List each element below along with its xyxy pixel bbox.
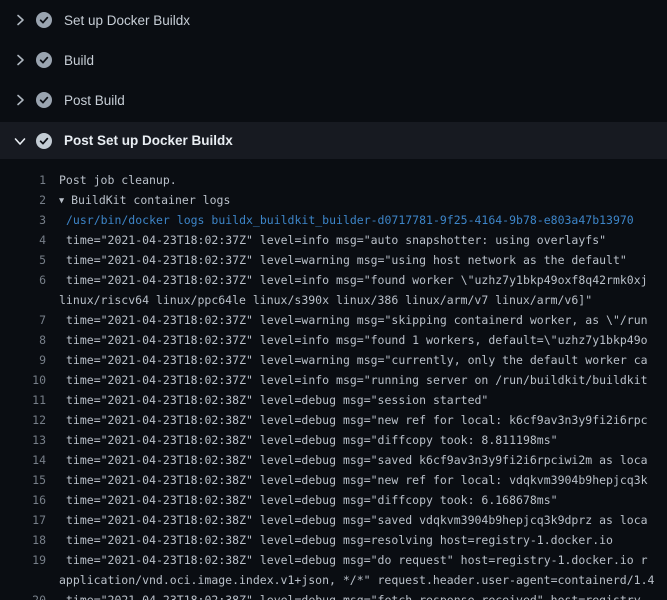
step-row-setup-docker-buildx[interactable]: Set up Docker Buildx xyxy=(0,0,667,40)
check-circle-icon xyxy=(36,92,52,108)
line-number[interactable]: 18 xyxy=(0,530,46,550)
log-text: time="2021-04-23T18:02:38Z" level=debug … xyxy=(59,590,648,600)
log-line: application/vnd.oci.image.index.v1+json,… xyxy=(0,570,667,590)
log-text: Post job cleanup. xyxy=(59,170,177,190)
step-label: Post Build xyxy=(64,93,125,108)
log-line: 10 time="2021-04-23T18:02:37Z" level=inf… xyxy=(0,370,667,390)
log-line: 12 time="2021-04-23T18:02:38Z" level=deb… xyxy=(0,410,667,430)
log-line: 19 time="2021-04-23T18:02:38Z" level=deb… xyxy=(0,550,667,570)
chevron-down-icon xyxy=(12,133,28,149)
log-text: time="2021-04-23T18:02:38Z" level=debug … xyxy=(59,430,558,450)
chevron-right-icon xyxy=(12,52,28,68)
log-line: 4 time="2021-04-23T18:02:37Z" level=info… xyxy=(0,230,667,250)
log-text: linux/riscv64 linux/ppc64le linux/s390x … xyxy=(59,290,592,310)
line-number[interactable]: 20 xyxy=(0,590,46,600)
log-line: 16 time="2021-04-23T18:02:38Z" level=deb… xyxy=(0,490,667,510)
line-number[interactable]: 1 xyxy=(0,170,46,190)
log-text: time="2021-04-23T18:02:37Z" level=info m… xyxy=(59,230,606,250)
log-line: 13 time="2021-04-23T18:02:38Z" level=deb… xyxy=(0,430,667,450)
log-text: time="2021-04-23T18:02:38Z" level=debug … xyxy=(59,550,648,570)
check-circle-icon xyxy=(36,133,52,149)
log-text: time="2021-04-23T18:02:37Z" level=warnin… xyxy=(59,250,627,270)
line-number[interactable]: 4 xyxy=(0,230,46,250)
line-number[interactable]: 14 xyxy=(0,450,46,470)
log-output: 1 Post job cleanup. 2 ▼BuildKit containe… xyxy=(0,159,667,600)
log-line: 2 ▼BuildKit container logs xyxy=(0,190,667,210)
line-number[interactable]: 10 xyxy=(0,370,46,390)
step-label: Build xyxy=(64,53,94,68)
step-list: Set up Docker Buildx Build Post Build Po… xyxy=(0,0,667,159)
log-line: 3 /usr/bin/docker logs buildx_buildkit_b… xyxy=(0,210,667,230)
line-number[interactable]: 11 xyxy=(0,390,46,410)
log-text: time="2021-04-23T18:02:38Z" level=debug … xyxy=(59,510,648,530)
line-number[interactable]: 16 xyxy=(0,490,46,510)
chevron-right-icon xyxy=(12,92,28,108)
line-number[interactable]: 2 xyxy=(0,190,46,210)
line-number[interactable]: 13 xyxy=(0,430,46,450)
step-row-build[interactable]: Build xyxy=(0,40,667,80)
check-circle-icon xyxy=(36,12,52,28)
log-line: 7 time="2021-04-23T18:02:37Z" level=warn… xyxy=(0,310,667,330)
line-number[interactable]: 7 xyxy=(0,310,46,330)
log-line: 5 time="2021-04-23T18:02:37Z" level=warn… xyxy=(0,250,667,270)
log-text: time="2021-04-23T18:02:38Z" level=debug … xyxy=(59,450,648,470)
chevron-right-icon xyxy=(12,12,28,28)
line-number[interactable]: 12 xyxy=(0,410,46,430)
line-number[interactable] xyxy=(0,570,46,590)
step-label: Post Set up Docker Buildx xyxy=(64,133,233,148)
log-text: time="2021-04-23T18:02:37Z" level=warnin… xyxy=(59,310,648,330)
log-line: 8 time="2021-04-23T18:02:37Z" level=info… xyxy=(0,330,667,350)
log-line: 18 time="2021-04-23T18:02:38Z" level=deb… xyxy=(0,530,667,550)
line-number[interactable]: 19 xyxy=(0,550,46,570)
line-number[interactable]: 8 xyxy=(0,330,46,350)
log-text: application/vnd.oci.image.index.v1+json,… xyxy=(59,570,654,590)
log-text: time="2021-04-23T18:02:38Z" level=debug … xyxy=(59,470,648,490)
log-text: /usr/bin/docker logs buildx_buildkit_bui… xyxy=(59,210,634,230)
line-number[interactable]: 15 xyxy=(0,470,46,490)
log-line: 9 time="2021-04-23T18:02:37Z" level=warn… xyxy=(0,350,667,370)
log-line: 15 time="2021-04-23T18:02:38Z" level=deb… xyxy=(0,470,667,490)
log-line: linux/riscv64 linux/ppc64le linux/s390x … xyxy=(0,290,667,310)
step-row-post-build[interactable]: Post Build xyxy=(0,80,667,120)
log-text: time="2021-04-23T18:02:37Z" level=info m… xyxy=(59,330,648,350)
log-text: time="2021-04-23T18:02:37Z" level=info m… xyxy=(59,370,648,390)
log-text: time="2021-04-23T18:02:37Z" level=warnin… xyxy=(59,350,648,370)
log-line: 17 time="2021-04-23T18:02:38Z" level=deb… xyxy=(0,510,667,530)
line-number[interactable]: 17 xyxy=(0,510,46,530)
log-text: time="2021-04-23T18:02:38Z" level=debug … xyxy=(59,390,488,410)
line-number[interactable]: 5 xyxy=(0,250,46,270)
line-number[interactable]: 9 xyxy=(0,350,46,370)
step-row-post-setup-docker-buildx[interactable]: Post Set up Docker Buildx xyxy=(0,122,667,159)
log-line: 11 time="2021-04-23T18:02:38Z" level=deb… xyxy=(0,390,667,410)
line-number[interactable] xyxy=(0,290,46,310)
log-line: 14 time="2021-04-23T18:02:38Z" level=deb… xyxy=(0,450,667,470)
step-label: Set up Docker Buildx xyxy=(64,13,190,28)
triangle-down-icon: ▼ xyxy=(59,191,64,210)
log-line: 6 time="2021-04-23T18:02:37Z" level=info… xyxy=(0,270,667,290)
line-number[interactable]: 6 xyxy=(0,270,46,290)
log-line: 20 time="2021-04-23T18:02:38Z" level=deb… xyxy=(0,590,667,600)
log-text: time="2021-04-23T18:02:37Z" level=info m… xyxy=(59,270,648,290)
log-line: 1 Post job cleanup. xyxy=(0,170,667,190)
line-number[interactable]: 3 xyxy=(0,210,46,230)
check-circle-icon xyxy=(36,52,52,68)
log-group-toggle[interactable]: ▼BuildKit container logs xyxy=(59,190,230,210)
log-text: time="2021-04-23T18:02:38Z" level=debug … xyxy=(59,530,613,550)
log-text: time="2021-04-23T18:02:38Z" level=debug … xyxy=(59,410,648,430)
log-text: time="2021-04-23T18:02:38Z" level=debug … xyxy=(59,490,558,510)
